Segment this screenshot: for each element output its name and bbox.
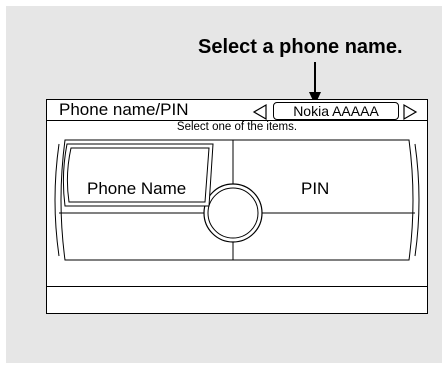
- callout-text: Select a phone name.: [198, 36, 403, 58]
- footer-divider: [47, 286, 427, 287]
- item-phone-name[interactable]: Phone Name: [87, 179, 186, 199]
- phone-name-pin-screen: Phone name/PIN Nokia AAAAA Select one of…: [46, 99, 428, 314]
- item-pin[interactable]: PIN: [301, 179, 329, 199]
- item-dial: [54, 139, 420, 261]
